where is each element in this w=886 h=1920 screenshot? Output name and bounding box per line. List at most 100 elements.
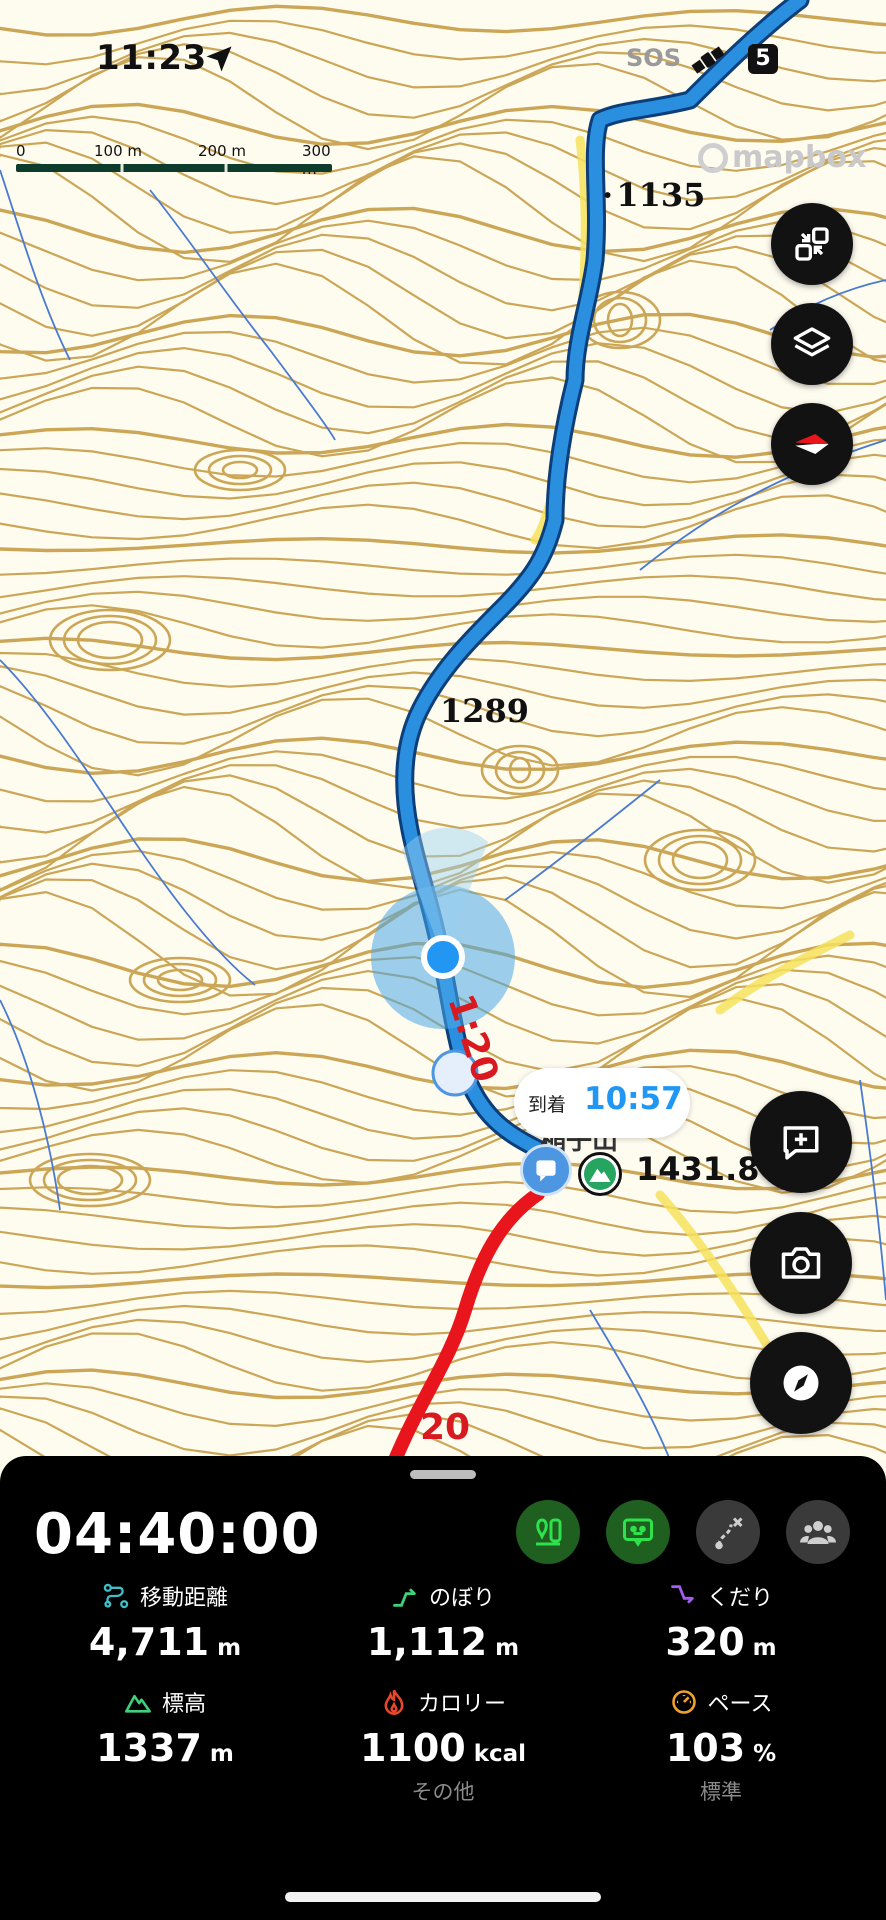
map-pin-toggle[interactable]: [516, 1500, 580, 1564]
arrival-time-bubble[interactable]: 到着 10:57: [514, 1068, 690, 1138]
home-indicator[interactable]: [285, 1892, 601, 1902]
mapbox-logo-icon: [698, 142, 728, 173]
contour-line: [0, 422, 886, 459]
scale-label-300: 300 m: [302, 142, 331, 178]
elevation-icon: [125, 1694, 151, 1713]
stat-distance-unit: m: [217, 1635, 242, 1661]
peak-label-1135: · 1135: [602, 176, 706, 214]
contour-line: [0, 376, 886, 464]
scale-label-0: 0: [16, 142, 26, 160]
contour-line: [0, 1196, 886, 1237]
stat-ascent-unit: m: [495, 1635, 520, 1661]
stat-calorie-value: 1100: [359, 1726, 466, 1770]
goal-flag-icon[interactable]: [520, 1144, 572, 1196]
stat-descent: くだり 320 m: [586, 1580, 856, 1664]
stat-elevation-value: 1337: [96, 1726, 202, 1770]
arrival-time: 10:57: [584, 1081, 683, 1117]
stat-calorie-unit: kcal: [473, 1741, 527, 1767]
contour-line: [0, 259, 886, 366]
group-icon: [800, 1521, 836, 1544]
stat-calorie: カロリー 1100 kcal その他: [308, 1686, 578, 1806]
stat-descent-value: 320: [665, 1620, 745, 1664]
stat-pace-unit: %: [753, 1741, 777, 1767]
mapbox-wordmark: mapbox: [732, 140, 867, 175]
arrival-label: 到着: [528, 1094, 567, 1116]
camera-button[interactable]: [750, 1212, 852, 1314]
stat-calorie-label: カロリー: [417, 1692, 506, 1717]
contour-loop: [56, 1164, 124, 1196]
contour-line: [0, 245, 886, 340]
map-scale-bar: 0 100 m 200 m 300 m: [16, 142, 336, 178]
stat-elevation: 標高 1337 m: [30, 1686, 300, 1770]
contour-lines: [0, 4, 886, 1460]
contour-line: [0, 494, 886, 550]
topographic-map[interactable]: 11:23 SOS 5 0 100 m 200 m 300 m mapbox ·…: [0, 0, 886, 1460]
compass-rose-button[interactable]: [771, 403, 853, 485]
stat-pace-sub: 標準: [700, 1780, 742, 1804]
activity-panel[interactable]: 04:40:00 移動距離 4,711 m のぼり 1,112 m くだり 32…: [0, 1456, 886, 1920]
stat-calorie-sub: その他: [411, 1780, 475, 1804]
calorie-icon: [384, 1689, 404, 1715]
layers-icon: [793, 327, 831, 357]
status-time: 11:23: [96, 38, 207, 78]
panel-grabber[interactable]: [410, 1470, 476, 1479]
compass-rose-icon: [795, 434, 829, 454]
stat-ascent-value: 1,112: [366, 1620, 488, 1664]
current-location-dot: [421, 935, 465, 979]
stat-ascent-label: のぼり: [428, 1586, 495, 1611]
descent-icon: [671, 1585, 694, 1604]
group-toggle[interactable]: [786, 1500, 850, 1564]
peak-elevation: 1135: [616, 176, 706, 214]
scale-label-200: 200 m: [198, 142, 247, 160]
navigation-compass-button[interactable]: [750, 1332, 852, 1434]
contour-loop: [28, 1152, 152, 1208]
stat-pace-value: 103: [665, 1726, 746, 1770]
mapbox-attribution[interactable]: mapbox: [698, 140, 866, 175]
satellite-icon: [691, 46, 725, 74]
route-deviation-toggle[interactable]: [696, 1500, 760, 1564]
peak-label-1289: 1289: [440, 692, 530, 730]
contour-line: [0, 553, 886, 576]
contour-line: [0, 473, 886, 529]
contour-line: [0, 438, 886, 484]
contour-line: [0, 206, 886, 255]
map-pin-icon: [536, 1518, 562, 1546]
contour-line: [0, 312, 886, 359]
elapsed-time: 04:40:00: [34, 1502, 321, 1567]
stat-descent-unit: m: [752, 1635, 777, 1661]
sos-indicator: SOS: [626, 44, 681, 72]
layers-button[interactable]: [771, 303, 853, 385]
map-canvas[interactable]: [0, 0, 886, 1460]
pace-icon: [671, 1690, 696, 1714]
stat-ascent: のぼり 1,112 m: [308, 1580, 578, 1664]
stat-elevation-unit: m: [209, 1741, 234, 1767]
route-ring-label: 20: [420, 1407, 471, 1448]
robot-face-toggle[interactable]: [606, 1500, 670, 1564]
stat-pace-label: ペース: [707, 1692, 773, 1717]
add-memo-icon: [783, 1126, 819, 1160]
summit-mountain-icon[interactable]: [578, 1152, 622, 1196]
fullscreen-exit-button[interactable]: [771, 203, 853, 285]
add-memo-button[interactable]: [750, 1091, 852, 1193]
stat-distance-value: 4,711: [88, 1620, 210, 1664]
ascent-icon: [393, 1588, 416, 1607]
peak-label-summit: 1431.8: [636, 1150, 760, 1188]
navigation-compass-icon: [783, 1365, 819, 1401]
contour-line: [0, 574, 886, 601]
scale-label-100: 100 m: [94, 142, 143, 160]
stat-descent-label: くだり: [706, 1586, 773, 1611]
network-badge: 5: [748, 44, 778, 74]
stat-elevation-label: 標高: [161, 1692, 206, 1717]
contour-line: [0, 636, 886, 662]
camera-icon: [781, 1247, 821, 1279]
robot-face-icon: [623, 1518, 653, 1547]
route-deviation-icon: [715, 1517, 743, 1550]
scale-bar-graphic: [16, 164, 332, 172]
stat-pace: ペース 103% 標準: [586, 1686, 856, 1806]
stat-distance-label: 移動距離: [139, 1586, 228, 1611]
fullscreen-exit-icon: [795, 227, 829, 261]
stat-distance: 移動距離 4,711 m: [30, 1580, 300, 1664]
contour-line: [0, 533, 886, 555]
contour-loop: [207, 454, 273, 486]
distance-icon: [103, 1583, 129, 1609]
